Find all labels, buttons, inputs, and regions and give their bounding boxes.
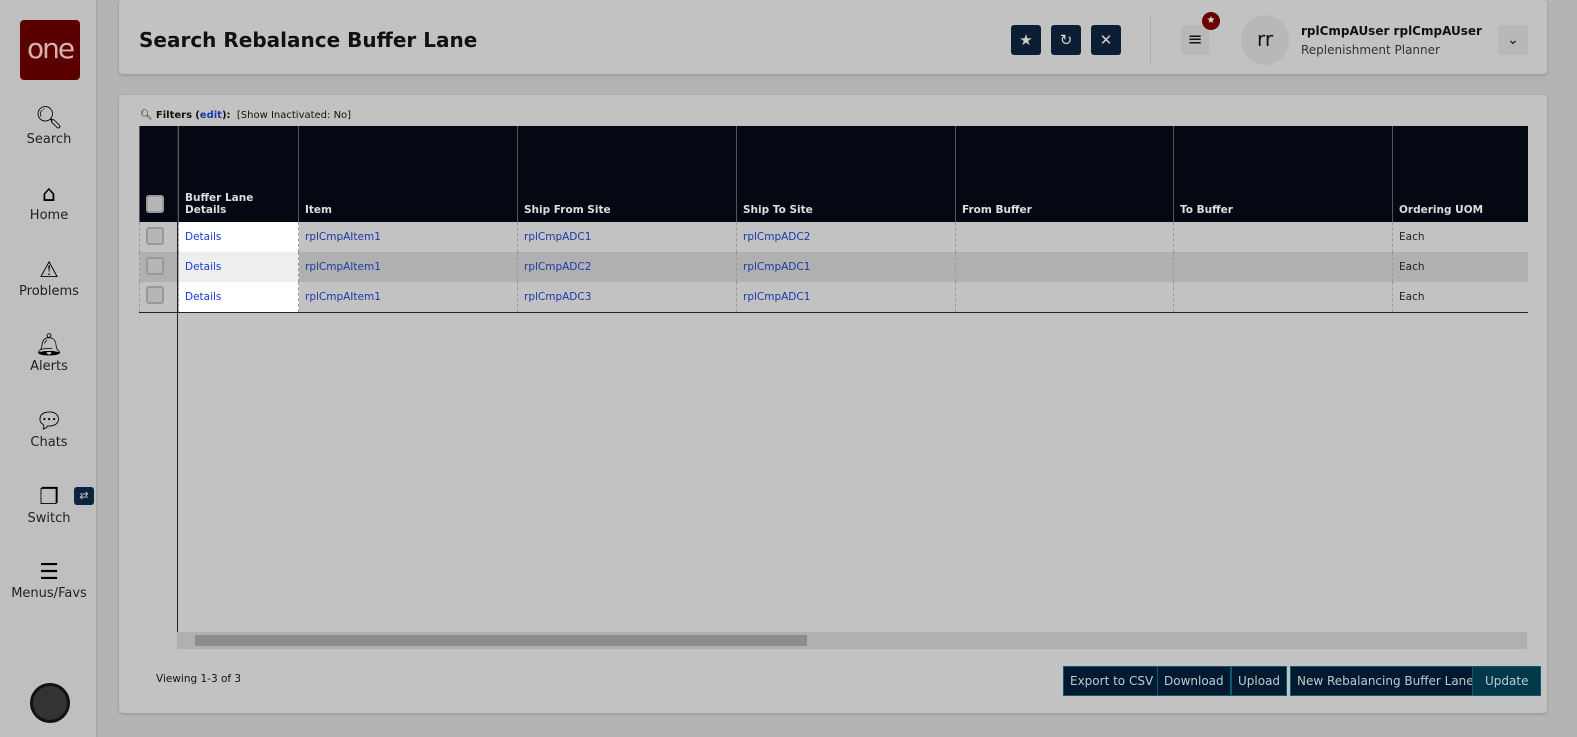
upload-button[interactable]: Upload [1231,666,1288,696]
star-badge-icon: ★ [1202,12,1220,30]
to-buffer-cell [1173,252,1393,282]
nav-label: Problems [19,284,79,299]
details-link[interactable]: Details [178,282,299,313]
filters-edit-link[interactable]: edit [200,110,222,121]
star-icon: ★ [1019,31,1033,49]
new-rebalancing-buffer-lane-button[interactable]: New Rebalancing Buffer Lane [1290,666,1481,696]
nav-label: Switch [27,511,71,526]
select-all-header [139,126,179,222]
ship-to-link[interactable]: rplCmpADC1 [736,252,956,282]
home-icon: ⌂ [42,182,56,207]
download-button[interactable]: Download [1157,666,1231,696]
nav-home[interactable]: ⌂ Home [0,182,98,223]
nav-label: Menus/Favs [11,586,87,601]
chat-icon: 💬︎ [35,409,63,434]
uom-cell: Each [1392,252,1528,282]
filters-bar: 🔍︎ Filters (edit): [Show Inactivated: No… [140,110,352,121]
row-checkbox[interactable] [146,286,164,305]
item-link[interactable]: rplCmpAItem1 [298,282,518,313]
export-csv-button[interactable]: Export to CSV [1063,666,1161,696]
user-name: rplCmpAUser rplCmpAUser [1301,24,1482,38]
item-link[interactable]: rplCmpAItem1 [298,222,518,252]
ship-from-link[interactable]: rplCmpADC2 [517,252,737,282]
row-select [139,252,179,282]
nav-label: Home [29,208,69,223]
row-checkbox[interactable] [146,226,164,245]
column-header[interactable]: Ship From Site [517,126,737,222]
user-avatar[interactable]: rr [1241,15,1289,65]
page-title: Search Rebalance Buffer Lane [139,28,478,52]
viewing-count: Viewing 1-3 of 3 [156,673,242,685]
from-buffer-cell [955,282,1174,313]
to-buffer-cell [1173,222,1393,252]
column-header[interactable]: From Buffer [955,126,1174,222]
user-role: Replenishment Planner [1301,43,1440,57]
nav-label: Chats [30,435,68,450]
favorites-menu-button[interactable]: ≡ [1181,25,1209,55]
row-select [139,282,179,313]
ship-from-link[interactable]: rplCmpADC3 [517,282,737,313]
assistant-avatar[interactable] [30,683,70,723]
chevron-down-icon: ⌄ [1507,32,1519,48]
column-header[interactable]: To Buffer [1173,126,1393,222]
from-buffer-cell [955,252,1174,282]
table-row: Details rplCmpAItem1 rplCmpADC1 rplCmpAD… [139,222,1528,252]
horizontal-scrollbar[interactable] [177,632,1527,649]
nav-alerts[interactable]: 🔔︎ Alerts [0,333,98,374]
column-header[interactable]: Ship To Site [736,126,956,222]
column-header[interactable]: Buffer Lane Details [178,126,299,222]
favorite-button[interactable]: ★ [1011,25,1041,55]
scrollbar-thumb[interactable] [195,635,807,646]
update-button[interactable]: Update [1472,666,1542,696]
filters-summary: [Show Inactivated: No] [236,110,352,121]
refresh-button[interactable]: ↻ [1051,25,1081,55]
warning-icon: ⚠ [39,258,59,283]
nav-label: Alerts [30,359,68,374]
table-row: Details rplCmpAItem1 rplCmpADC2 rplCmpAD… [139,252,1528,282]
nav-search[interactable]: 🔍︎ Search [0,106,98,147]
row-select [139,222,179,252]
refresh-icon: ↻ [1059,31,1073,49]
results-table: Buffer Lane Details Item Ship From Site … [139,126,1528,313]
nav-chats[interactable]: 💬︎ Chats [0,409,98,450]
nav-menus-favs[interactable]: ☰ Menus/Favs [0,560,98,601]
details-link[interactable]: Details [178,252,299,282]
filters-label: Filters [155,110,193,121]
ship-from-link[interactable]: rplCmpADC1 [517,222,737,252]
from-buffer-cell [955,222,1174,252]
divider [1150,15,1151,65]
user-menu-dropdown[interactable]: ⌄ [1498,25,1528,55]
details-link[interactable]: Details [178,222,299,252]
menu-icon: ☰ [39,560,59,585]
search-icon: 🔍︎ [140,110,153,121]
close-button[interactable]: ✕ [1091,25,1121,55]
ship-to-link[interactable]: rplCmpADC2 [736,222,956,252]
table-row: Details rplCmpAItem1 rplCmpADC3 rplCmpAD… [139,282,1528,313]
app-logo[interactable]: one [20,20,80,80]
bell-icon: 🔔︎ [35,333,63,358]
uom-cell: Each [1392,282,1528,313]
row-checkbox[interactable] [146,256,164,275]
results-panel: 🔍︎ Filters (edit): [Show Inactivated: No… [119,95,1547,713]
nav-label: Search [26,132,72,147]
switch-badge-icon: ⇄ [74,487,94,505]
search-icon: 🔍︎ [35,106,63,131]
select-all-checkbox[interactable] [146,195,164,213]
to-buffer-cell [1173,282,1393,313]
ship-to-link[interactable]: rplCmpADC1 [736,282,956,313]
sidebar: one 🔍︎ Search ⌂ Home ⚠ Problems 🔔︎ Alerts 💬︎… [0,0,98,737]
column-header[interactable]: Item [298,126,518,222]
item-link[interactable]: rplCmpAItem1 [298,252,518,282]
page-header: Search Rebalance Buffer Lane ★ ↻ ✕ ≡ ★ r… [119,0,1547,74]
nav-problems[interactable]: ⚠ Problems [0,258,98,299]
frozen-column-divider [177,126,178,646]
column-header[interactable]: Ordering UOM [1392,126,1528,222]
close-icon: ✕ [1099,31,1113,49]
uom-cell: Each [1392,222,1528,252]
hamburger-icon: ≡ [1187,29,1203,50]
